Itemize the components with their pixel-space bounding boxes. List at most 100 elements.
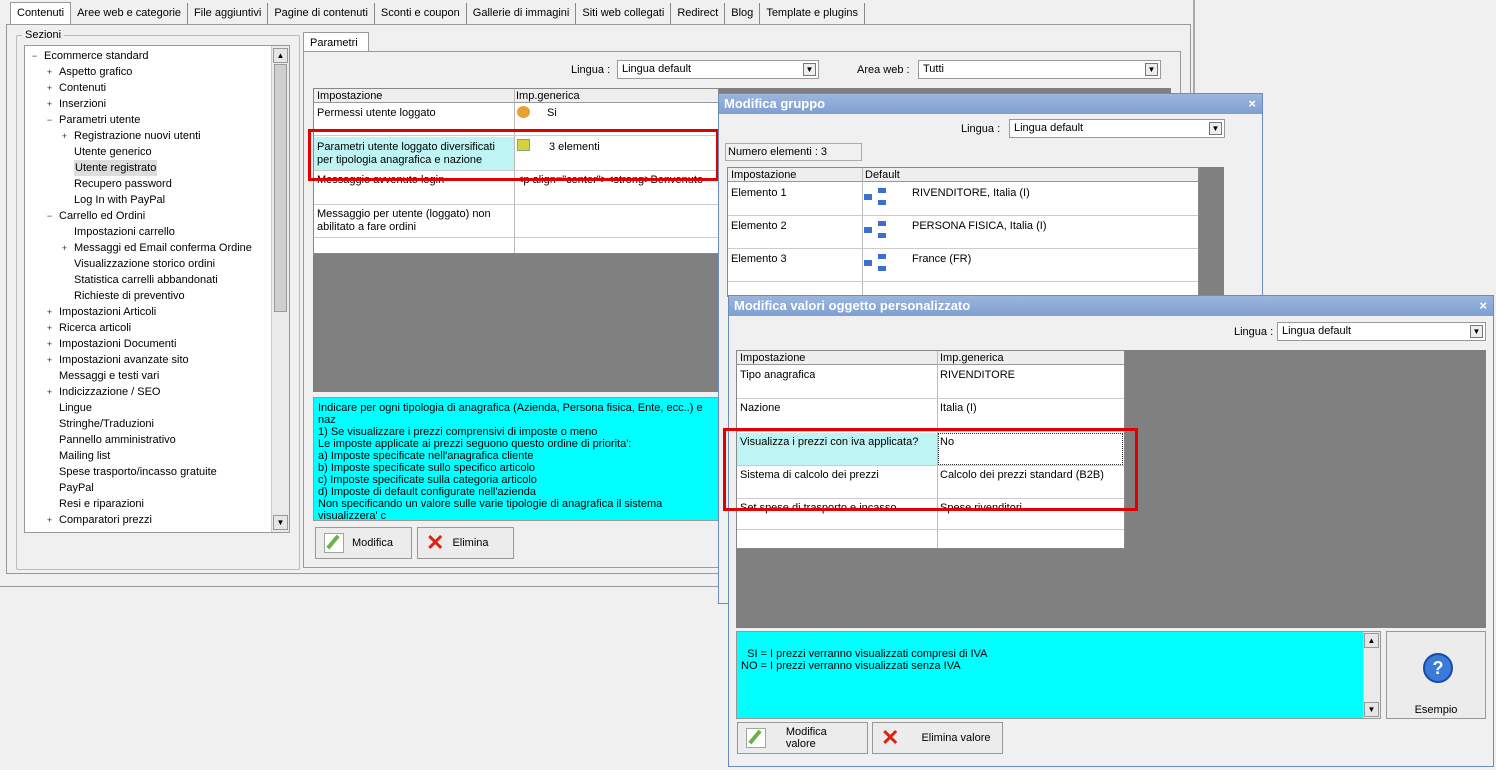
tab-parametri[interactable]: Parametri bbox=[303, 32, 369, 52]
tree-item[interactable]: Comparatori prezzi bbox=[59, 512, 152, 528]
tree-item[interactable]: Impostazioni avanzate sito bbox=[59, 352, 189, 368]
group-grid-header: Impostazione Default bbox=[728, 168, 1198, 182]
row-value: Italia (I) bbox=[940, 402, 977, 414]
element-count: Numero elementi : 3 bbox=[725, 143, 862, 161]
expand-icon[interactable]: + bbox=[46, 100, 53, 109]
expand-icon[interactable]: + bbox=[46, 84, 53, 93]
obj-lingua-select[interactable]: Lingua default ▼ bbox=[1277, 322, 1486, 341]
tree-item[interactable]: Impostazioni Articoli bbox=[59, 304, 156, 320]
row-value: RIVENDITORE bbox=[940, 369, 1015, 381]
esempio-button[interactable]: ? Esempio bbox=[1386, 631, 1486, 719]
tree-item[interactable]: Utente registrato bbox=[74, 160, 158, 176]
expand-icon[interactable]: + bbox=[46, 388, 53, 397]
tree-item[interactable]: Impostazioni carrello bbox=[74, 224, 175, 240]
tree-item[interactable]: Recupero password bbox=[74, 176, 172, 192]
tab-redirect[interactable]: Redirect bbox=[671, 3, 726, 24]
tab-aree-web[interactable]: Aree web e categorie bbox=[71, 3, 189, 24]
table-row[interactable]: Elemento 1 RIVENDITORE, Italia (I) bbox=[728, 184, 1198, 216]
modifica-valore-button[interactable]: Modifica valore bbox=[737, 722, 868, 754]
scroll-down-icon[interactable]: ▼ bbox=[1364, 702, 1379, 717]
hierarchy-icon bbox=[864, 188, 888, 206]
tab-pagine-contenuti[interactable]: Pagine di contenuti bbox=[268, 3, 375, 24]
params-grid-header: Impostazione Imp.generica bbox=[314, 89, 718, 103]
table-row[interactable]: Messaggio per utente (loggato) non abili… bbox=[314, 206, 718, 238]
elimina-valore-button[interactable]: ✕ Elimina valore bbox=[872, 722, 1003, 754]
tree-item[interactable]: Pannello amministrativo bbox=[59, 432, 176, 448]
tab-sconti-coupon[interactable]: Sconti e coupon bbox=[375, 3, 467, 24]
hierarchy-icon bbox=[864, 254, 888, 272]
tree-item[interactable]: Ricerca articoli bbox=[59, 320, 131, 336]
col-impostazione: Impostazione bbox=[731, 169, 797, 181]
tab-gallerie[interactable]: Gallerie di immagini bbox=[467, 3, 577, 24]
sections-tree[interactable]: − Ecommerce standard + Aspetto grafico + Cont… bbox=[24, 45, 290, 533]
tab-contenuti[interactable]: Contenuti bbox=[10, 2, 72, 25]
group-lingua-label: Lingua : bbox=[961, 123, 1001, 135]
tree-item[interactable]: Carrello ed Ordini bbox=[59, 208, 145, 224]
scroll-up-icon[interactable]: ▲ bbox=[1364, 633, 1379, 648]
tree-item[interactable]: Log In with PayPal bbox=[74, 192, 165, 208]
modifica-label: Modifica bbox=[352, 537, 393, 549]
tree-item[interactable]: Ecommerce standard bbox=[44, 48, 149, 64]
expand-icon[interactable]: + bbox=[46, 68, 53, 77]
scroll-thumb[interactable] bbox=[274, 64, 287, 312]
tree-item[interactable]: Mailing list bbox=[59, 448, 110, 464]
obj-lingua-value: Lingua default bbox=[1282, 325, 1352, 337]
tree-item[interactable]: Registrazione nuovi utenti bbox=[74, 128, 201, 144]
tree-item[interactable]: Contenuti bbox=[59, 80, 106, 96]
delete-icon: ✕ bbox=[426, 530, 445, 555]
modifica-button[interactable]: Modifica bbox=[315, 527, 412, 559]
table-row[interactable]: Elemento 2 PERSONA FISICA, Italia (I) bbox=[728, 217, 1198, 249]
tree-item[interactable]: Lingue bbox=[59, 400, 92, 416]
expand-icon[interactable]: + bbox=[61, 244, 68, 253]
tab-template-plugins[interactable]: Template e plugins bbox=[760, 3, 866, 24]
info-scrollbar[interactable]: ▲ ▼ bbox=[1363, 632, 1380, 718]
tree-item[interactable]: Resi e riparazioni bbox=[59, 496, 144, 512]
tree-scrollbar[interactable]: ▲ ▼ bbox=[271, 46, 289, 532]
expand-icon[interactable]: + bbox=[46, 324, 53, 333]
table-row[interactable]: Elemento 3 France (FR) bbox=[728, 250, 1198, 282]
tree-item[interactable]: Utente generico bbox=[74, 144, 152, 160]
scroll-up-icon[interactable]: ▲ bbox=[273, 48, 288, 63]
tree-item[interactable]: Spese trasporto/incasso gratuite bbox=[59, 464, 217, 480]
area-web-select[interactable]: Tutti ▼ bbox=[918, 60, 1161, 79]
edit-icon bbox=[324, 533, 344, 553]
tab-file-aggiuntivi[interactable]: File aggiuntivi bbox=[188, 3, 269, 24]
elimina-valore-label: Elimina valore bbox=[921, 732, 991, 744]
tree-item[interactable]: Visualizzazione storico ordini bbox=[74, 256, 215, 272]
collapse-icon[interactable]: − bbox=[31, 52, 38, 61]
tree-item[interactable]: Aspetto grafico bbox=[59, 64, 132, 80]
lingua-select[interactable]: Lingua default ▼ bbox=[617, 60, 819, 79]
tree-item[interactable]: Indicizzazione / SEO bbox=[59, 384, 161, 400]
tree-item[interactable]: Statistica carrelli abbandonati bbox=[74, 272, 218, 288]
window-title: Modifica valori oggetto personalizzato bbox=[734, 298, 971, 313]
group-grid: Impostazione Default Elemento 1 RIVENDIT… bbox=[727, 167, 1199, 297]
collapse-icon[interactable]: − bbox=[46, 116, 53, 125]
table-row[interactable]: Tipo anagrafica RIVENDITORE bbox=[737, 367, 1124, 399]
tab-siti-collegati[interactable]: Siti web collegati bbox=[576, 3, 672, 24]
window-title-bar: Modifica gruppo × bbox=[719, 94, 1262, 114]
expand-icon[interactable]: + bbox=[61, 132, 68, 141]
tree-item[interactable]: Messaggi ed Email conferma Ordine bbox=[74, 240, 252, 256]
tree-item[interactable]: Inserzioni bbox=[59, 96, 106, 112]
elimina-button[interactable]: ✕ Elimina bbox=[417, 527, 514, 559]
tree-item[interactable]: Stringhe/Traduzioni bbox=[59, 416, 154, 432]
row-value: France (FR) bbox=[912, 253, 972, 265]
close-icon[interactable]: × bbox=[1479, 296, 1487, 316]
esempio-label: Esempio bbox=[1414, 704, 1458, 716]
tree-item[interactable]: Messaggi e testi vari bbox=[59, 368, 159, 384]
tab-blog[interactable]: Blog bbox=[725, 3, 761, 24]
tree-item[interactable]: Richieste di preventivo bbox=[74, 288, 185, 304]
collapse-icon[interactable]: − bbox=[46, 212, 53, 221]
tree-item[interactable]: Parametri utente bbox=[59, 112, 140, 128]
main-tab-bar: Contenuti Aree web e categorie File aggi… bbox=[10, 2, 866, 25]
expand-icon[interactable]: + bbox=[46, 516, 53, 525]
row-name: Nazione bbox=[740, 402, 781, 414]
expand-icon[interactable]: + bbox=[46, 356, 53, 365]
group-lingua-select[interactable]: Lingua default ▼ bbox=[1009, 119, 1225, 138]
tree-item[interactable]: Impostazioni Documenti bbox=[59, 336, 176, 352]
expand-icon[interactable]: + bbox=[46, 308, 53, 317]
close-icon[interactable]: × bbox=[1248, 94, 1256, 114]
expand-icon[interactable]: + bbox=[46, 340, 53, 349]
scroll-down-icon[interactable]: ▼ bbox=[273, 515, 288, 530]
tree-item[interactable]: PayPal bbox=[59, 480, 94, 496]
